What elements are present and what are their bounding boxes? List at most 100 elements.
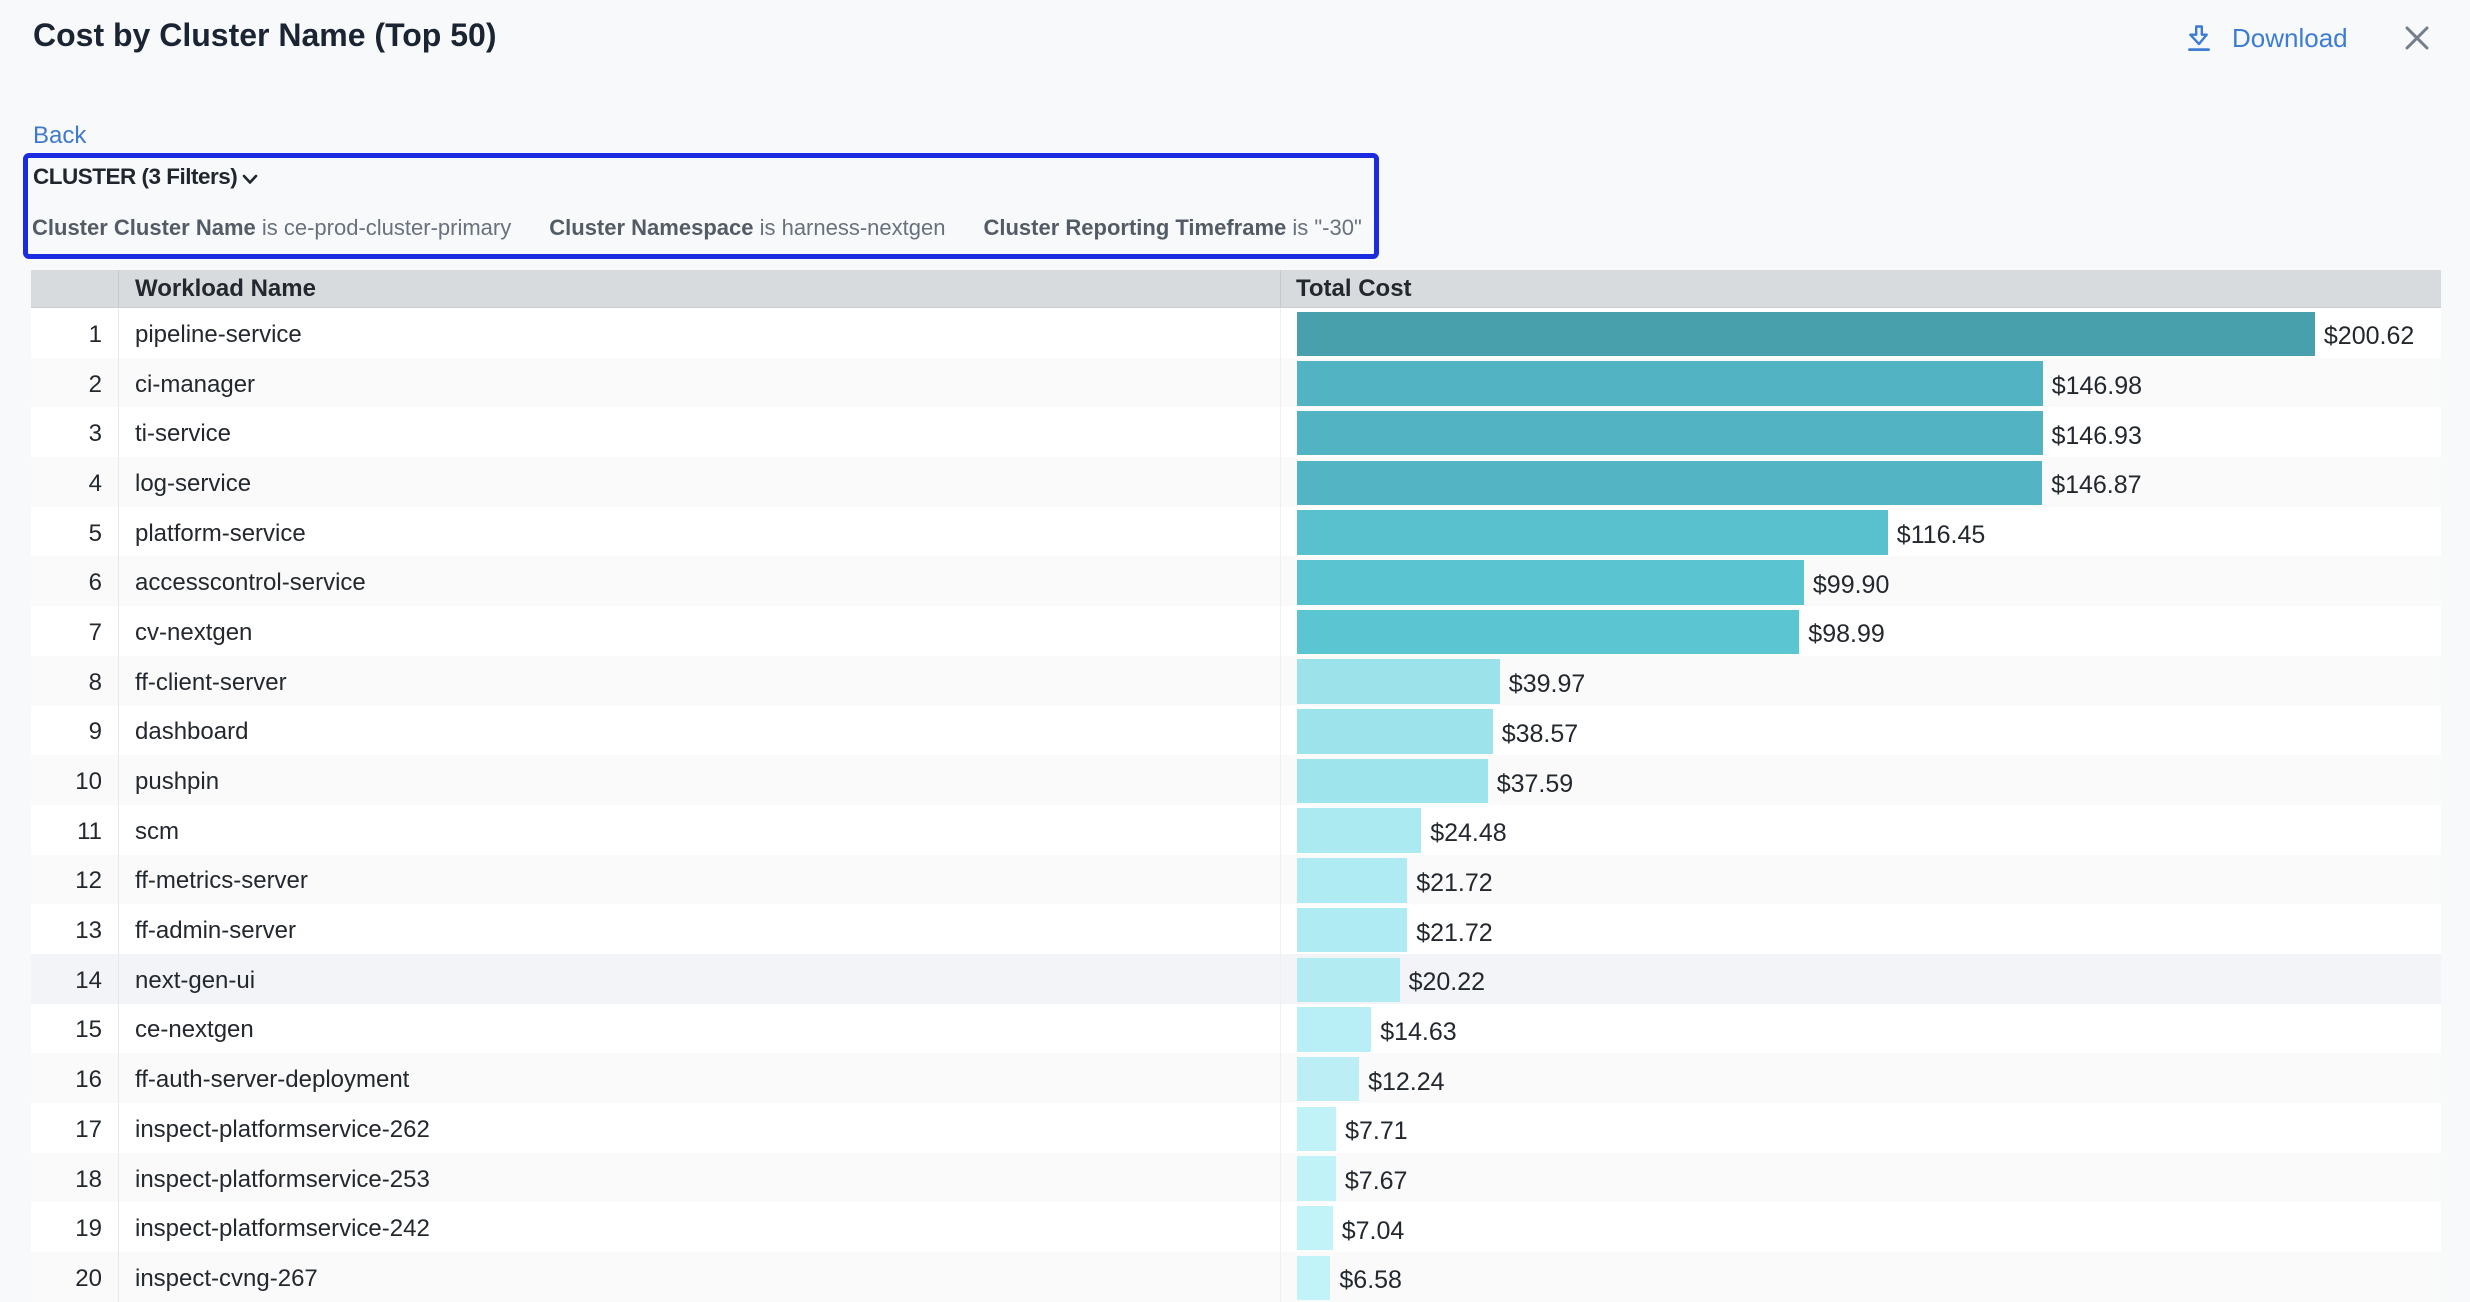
row-workload-name: next-gen-ui xyxy=(119,954,1281,1004)
cost-value-label: $7.04 xyxy=(1342,1217,1405,1246)
cost-bar xyxy=(1297,361,2043,406)
row-rank: 4 xyxy=(31,457,119,507)
cost-bar xyxy=(1297,709,1493,754)
download-button[interactable]: Download xyxy=(2188,23,2348,54)
table-row[interactable]: 11scm$24.48 xyxy=(31,805,2441,855)
row-workload-name: ti-service xyxy=(119,407,1281,457)
table-row[interactable]: 10pushpin$37.59 xyxy=(31,755,2441,805)
table-row[interactable]: 17inspect-platformservice-262$7.71 xyxy=(31,1103,2441,1153)
table-row[interactable]: 1pipeline-service$200.62 xyxy=(31,308,2441,358)
cost-bar xyxy=(1297,908,1407,953)
cost-bar xyxy=(1297,610,1799,655)
row-rank: 19 xyxy=(31,1202,119,1252)
cost-bar xyxy=(1297,1007,1371,1052)
table-row[interactable]: 5platform-service$116.45 xyxy=(31,507,2441,557)
cost-bar xyxy=(1297,461,2042,506)
cost-bar xyxy=(1297,759,1488,804)
filter-pill[interactable]: Cluster Cluster Name is ce-prod-cluster-… xyxy=(32,215,511,241)
row-workload-name: ff-admin-server xyxy=(119,904,1281,954)
row-rank: 18 xyxy=(31,1153,119,1203)
table-row[interactable]: 3ti-service$146.93 xyxy=(31,407,2441,457)
cost-value-label: $38.57 xyxy=(1502,720,1578,749)
row-workload-name: inspect-cvng-267 xyxy=(119,1252,1281,1302)
cost-value-label: $116.45 xyxy=(1897,521,1986,550)
row-total-cost-cell: $21.72 xyxy=(1281,855,2441,905)
table-row[interactable]: 15ce-nextgen$14.63 xyxy=(31,1004,2441,1054)
cost-value-label: $21.72 xyxy=(1416,919,1492,948)
row-workload-name: ce-nextgen xyxy=(119,1004,1281,1054)
table-row[interactable]: 19inspect-platformservice-242 $7.04 xyxy=(31,1202,2441,1252)
table-row[interactable]: 6accesscontrol-service$99.90 xyxy=(31,556,2441,606)
row-rank: 9 xyxy=(31,706,119,756)
table-body: 1pipeline-service$200.622ci-manager$146.… xyxy=(31,308,2441,1302)
filter-label: Cluster Reporting Timeframe xyxy=(983,215,1286,240)
cost-value-label: $37.59 xyxy=(1497,770,1573,799)
row-workload-name: log-service xyxy=(119,457,1281,507)
cost-value-label: $99.90 xyxy=(1813,571,1889,600)
row-total-cost-cell: $7.04 xyxy=(1281,1202,2441,1252)
cost-table: Workload Name Total Cost 1pipeline-servi… xyxy=(31,270,2441,1302)
filter-pill[interactable]: Cluster Namespace is harness-nextgen xyxy=(549,215,945,241)
filter-condition: is harness-nextgen xyxy=(753,215,945,240)
filter-pill[interactable]: Cluster Reporting Timeframe is "-30" xyxy=(983,215,1361,241)
page-title: Cost by Cluster Name (Top 50) xyxy=(33,17,496,54)
row-workload-name: inspect-platformservice-242 xyxy=(119,1202,1281,1252)
row-rank: 8 xyxy=(31,656,119,706)
filter-label: Cluster Namespace xyxy=(549,215,753,240)
table-row[interactable]: 2ci-manager$146.98 xyxy=(31,358,2441,408)
table-row[interactable]: 4log-service$146.87 xyxy=(31,457,2441,507)
cost-bar xyxy=(1297,312,2315,357)
row-total-cost-cell: $12.24 xyxy=(1281,1053,2441,1103)
download-icon xyxy=(2188,25,2210,52)
header-total-cost: Total Cost xyxy=(1281,270,2441,307)
row-workload-name: inspect-platformservice-262 xyxy=(119,1103,1281,1153)
row-rank: 7 xyxy=(31,606,119,656)
cost-value-label: $7.67 xyxy=(1345,1167,1408,1196)
row-workload-name: scm xyxy=(119,805,1281,855)
row-rank: 13 xyxy=(31,904,119,954)
applied-filters-list: Cluster Cluster Name is ce-prod-cluster-… xyxy=(32,215,1362,241)
table-row[interactable]: 16ff-auth-server-deployment$12.24 xyxy=(31,1053,2441,1103)
row-total-cost-cell: $37.59 xyxy=(1281,755,2441,805)
row-total-cost-cell: $7.71 xyxy=(1281,1103,2441,1153)
row-workload-name: ff-auth-server-deployment xyxy=(119,1053,1281,1103)
close-icon xyxy=(2402,23,2432,53)
row-total-cost-cell: $7.67 xyxy=(1281,1153,2441,1203)
row-total-cost-cell: $98.99 xyxy=(1281,606,2441,656)
filter-condition: is "-30" xyxy=(1286,215,1362,240)
row-total-cost-cell: $20.22 xyxy=(1281,954,2441,1004)
header-workload-name: Workload Name xyxy=(119,270,1281,307)
cost-bar xyxy=(1297,510,1888,555)
table-row[interactable]: 14next-gen-ui$20.22 xyxy=(31,954,2441,1004)
row-rank: 2 xyxy=(31,358,119,408)
row-total-cost-cell: $146.98 xyxy=(1281,358,2441,408)
row-rank: 12 xyxy=(31,855,119,905)
row-workload-name: inspect-platformservice-253 xyxy=(119,1153,1281,1203)
table-header-row: Workload Name Total Cost xyxy=(31,270,2441,308)
back-link[interactable]: Back xyxy=(33,122,86,150)
cost-bar xyxy=(1297,1057,1359,1102)
row-total-cost-cell: $6.58 xyxy=(1281,1252,2441,1302)
row-rank: 20 xyxy=(31,1252,119,1302)
row-workload-name: dashboard xyxy=(119,706,1281,756)
cost-value-label: $98.99 xyxy=(1808,620,1884,649)
cost-bar xyxy=(1297,1206,1333,1251)
cost-bar xyxy=(1297,1256,1330,1301)
table-row[interactable]: 18inspect-platformservice-253 $7.67 xyxy=(31,1153,2441,1203)
table-row[interactable]: 13ff-admin-server $21.72 xyxy=(31,904,2441,954)
row-workload-name: accesscontrol-service xyxy=(119,556,1281,606)
cost-bar xyxy=(1297,958,1400,1003)
cost-value-label: $6.58 xyxy=(1339,1266,1402,1295)
row-rank: 5 xyxy=(31,507,119,557)
filter-summary-dropdown[interactable]: CLUSTER (3 Filters) xyxy=(33,164,258,190)
table-row[interactable]: 20inspect-cvng-267 $6.58 xyxy=(31,1252,2441,1302)
table-row[interactable]: 9dashboard $38.57 xyxy=(31,706,2441,756)
cost-bar xyxy=(1297,411,2043,456)
cost-value-label: $21.72 xyxy=(1416,869,1492,898)
table-row[interactable]: 7cv-nextgen$98.99 xyxy=(31,606,2441,656)
table-row[interactable]: 8ff-client-server$39.97 xyxy=(31,656,2441,706)
table-row[interactable]: 12ff-metrics-server $21.72 xyxy=(31,855,2441,905)
row-workload-name: ff-metrics-server xyxy=(119,855,1281,905)
close-button[interactable] xyxy=(2402,23,2432,53)
row-total-cost-cell: $200.62 xyxy=(1281,308,2441,358)
